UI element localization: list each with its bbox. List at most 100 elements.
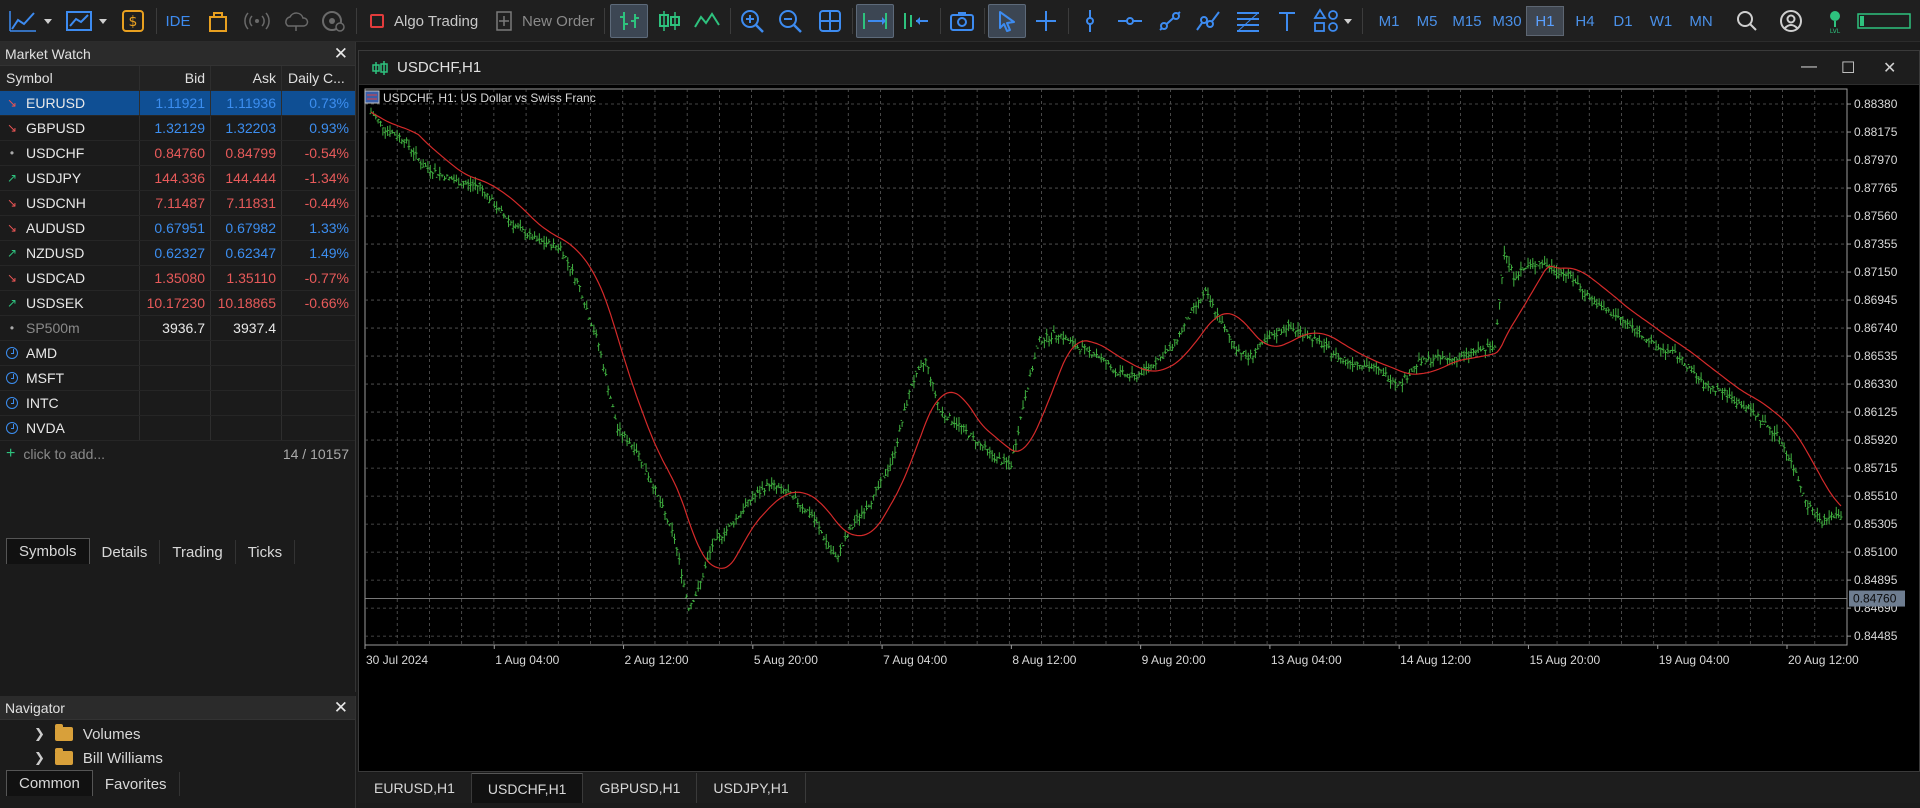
level-icon[interactable]: LVL [1820, 4, 1850, 38]
price-bar [727, 523, 731, 528]
shapes-icon[interactable] [1308, 4, 1358, 38]
tab-ticks[interactable]: Ticks [236, 540, 296, 564]
screenshot-icon[interactable] [946, 4, 978, 38]
timeframe-mn[interactable]: MN [1680, 6, 1722, 36]
price-bar [1161, 352, 1165, 360]
tile-windows-icon[interactable] [814, 4, 846, 38]
chart-tab-usdchf[interactable]: USDCHF,H1 [471, 773, 584, 803]
market-watch-row-msft[interactable]: MSFT [0, 366, 355, 391]
market-watch-row-usdjpy[interactable]: ↗ USDJPY 144.336 144.444 -1.34% [0, 166, 355, 191]
auto-scroll-icon[interactable] [856, 4, 894, 38]
indicators-icon[interactable] [64, 4, 112, 38]
navigator-item-bill-williams[interactable]: ❯ Bill Williams [0, 746, 355, 770]
price-bar [1642, 336, 1646, 341]
market-watch-row-intc[interactable]: INTC [0, 391, 355, 416]
column-ask[interactable]: Ask [211, 66, 282, 90]
vps-cloud-icon[interactable] [280, 4, 312, 38]
chart-shift-icon[interactable] [898, 4, 932, 38]
chart-tab-gbpusd[interactable]: GBPUSD,H1 [583, 773, 698, 803]
market-watch-row-amd[interactable]: AMD [0, 341, 355, 366]
algo-trading-button[interactable]: Algo Trading [364, 4, 484, 38]
timeframe-h4[interactable]: H4 [1566, 6, 1604, 36]
trendline-icon[interactable] [1154, 4, 1186, 38]
timeframe-d1[interactable]: D1 [1604, 6, 1642, 36]
tab-common[interactable]: Common [6, 770, 93, 796]
dollar-icon[interactable]: $ [118, 4, 148, 38]
signals-icon[interactable] [242, 4, 272, 38]
price-bar [1597, 298, 1601, 306]
price-bar [715, 529, 719, 541]
horizontal-line-icon[interactable] [1114, 4, 1146, 38]
vertical-line-icon[interactable] [1076, 4, 1104, 38]
bar-chart-icon[interactable] [610, 4, 648, 38]
market-watch-row-nvda[interactable]: NVDA [0, 416, 355, 441]
search-icon[interactable] [1732, 4, 1762, 38]
daily-change: -0.66% [304, 295, 349, 311]
timeframe-h1[interactable]: H1 [1526, 6, 1564, 36]
zoom-in-icon[interactable] [736, 4, 768, 38]
close-icon[interactable]: ✕ [334, 698, 348, 718]
navigator-item-volumes[interactable]: ❯ Volumes [0, 722, 355, 746]
text-tool-icon[interactable] [1272, 4, 1302, 38]
close-icon[interactable]: ✕ [1883, 58, 1896, 78]
timeframe-w1[interactable]: W1 [1642, 6, 1680, 36]
column-symbol[interactable]: Symbol [0, 66, 140, 90]
chart-tab-usdjpy[interactable]: USDJPY,H1 [697, 773, 806, 803]
tab-symbols[interactable]: Symbols [6, 538, 90, 564]
price-bar [1649, 334, 1653, 345]
price-chart[interactable]: 0.88380 0.88175 0.87970 0.87765 0.87560 0.873… [359, 85, 1919, 771]
tab-trading[interactable]: Trading [160, 540, 236, 564]
time-tick-label: 19 Aug 04:00 [1659, 653, 1730, 667]
price-bar [803, 508, 807, 514]
cursor-icon[interactable] [988, 4, 1026, 38]
market-watch-row-usdcnh[interactable]: ↘ USDCNH 7.11487 7.11831 -0.44% [0, 191, 355, 216]
ask-price: 0.67982 [211, 216, 282, 240]
price-bar [682, 580, 686, 588]
tab-details[interactable]: Details [90, 540, 161, 564]
tab-favorites[interactable]: Favorites [93, 772, 180, 796]
market-watch-row-sp500m[interactable]: • SP500m 3936.7 3937.4 [0, 316, 355, 341]
ide-button[interactable]: IDE [162, 4, 194, 38]
price-bar [1635, 325, 1639, 338]
community-icon[interactable] [318, 4, 348, 38]
minimize-icon[interactable]: — [1801, 58, 1817, 76]
add-symbol-row[interactable]: + click to add... 14 / 10157 [0, 441, 355, 466]
fibonacci-icon[interactable] [1232, 4, 1264, 38]
market-watch-row-eurusd[interactable]: ↘ EURUSD 1.11921 1.11936 0.73% [0, 91, 355, 116]
market-watch-row-usdchf[interactable]: • USDCHF 0.84760 0.84799 -0.54% [0, 141, 355, 166]
market-watch-row-audusd[interactable]: ↘ AUDUSD 0.67951 0.67982 1.33% [0, 216, 355, 241]
account-icon[interactable] [1776, 4, 1806, 38]
market-watch-row-gbpusd[interactable]: ↘ GBPUSD 1.32129 1.32203 0.93% [0, 116, 355, 141]
price-bar [1379, 369, 1383, 374]
timeframe-m5[interactable]: M5 [1408, 6, 1446, 36]
timeframe-m1[interactable]: M1 [1370, 6, 1408, 36]
chart-tab-eurusd[interactable]: EURUSD,H1 [358, 773, 472, 803]
new-order-button[interactable]: New Order [494, 4, 600, 38]
time-tick-label: 8 Aug 12:00 [1012, 653, 1076, 667]
price-bar [948, 412, 952, 418]
new-order-icon [496, 11, 512, 31]
line-chart-icon[interactable] [690, 4, 724, 38]
market-bag-icon[interactable] [204, 4, 232, 38]
price-tick-label: 0.85100 [1854, 545, 1898, 559]
arrow-up-icon: ↗ [6, 171, 18, 185]
close-icon[interactable]: ✕ [334, 44, 348, 64]
chart-type-icon[interactable] [6, 4, 58, 38]
channel-icon[interactable] [1192, 4, 1224, 38]
market-watch-row-nzdusd[interactable]: ↗ NZDUSD 0.62327 0.62347 1.49% [0, 241, 355, 266]
column-bid[interactable]: Bid [140, 66, 211, 90]
timeframe-m30[interactable]: M30 [1486, 6, 1528, 36]
column-daily-change[interactable]: Daily C... [282, 66, 354, 90]
timeframe-m15[interactable]: M15 [1446, 6, 1488, 36]
price-bar [457, 177, 461, 188]
market-watch-row-usdcad[interactable]: ↘ USDCAD 1.35080 1.35110 -0.77% [0, 266, 355, 291]
candlestick-icon[interactable] [652, 4, 686, 38]
crosshair-icon[interactable] [1030, 4, 1062, 38]
market-watch-row-usdsek[interactable]: ↗ USDSEK 10.17230 10.18865 -0.66% [0, 291, 355, 316]
chevron-right-icon: ❯ [34, 726, 45, 741]
ask-price: 1.35110 [211, 266, 282, 290]
price-bar [1095, 348, 1099, 358]
zoom-out-icon[interactable] [774, 4, 806, 38]
maximize-icon[interactable]: ☐ [1841, 58, 1855, 78]
price-bar [1723, 387, 1727, 396]
